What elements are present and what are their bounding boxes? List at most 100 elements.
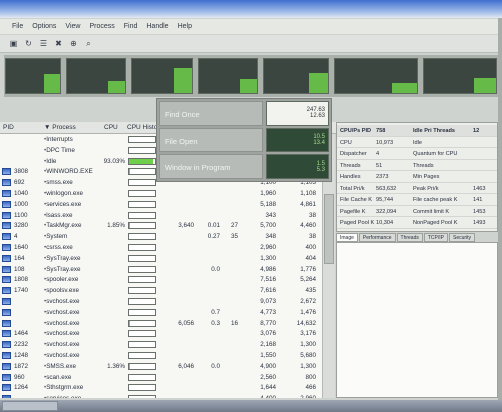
app-icon — [2, 341, 11, 349]
process-name: csrss.exe — [44, 244, 100, 251]
pid-cell: 1000 — [14, 200, 29, 208]
info-cell: Handles — [340, 174, 361, 180]
value-cell: 16 — [230, 319, 238, 327]
table-row[interactable]: 1100 lsass.exe 343 38 — [0, 210, 322, 221]
target-icon[interactable]: ⊕ — [68, 38, 79, 49]
table-row[interactable]: services.exe 4,4002,960 — [0, 393, 322, 398]
info-cell: Idle — [413, 139, 423, 146]
info-cell: 1493 — [473, 220, 486, 226]
table-row[interactable]: svchost.exe 9,073 2,672 — [0, 296, 322, 307]
app-icon — [2, 297, 11, 305]
tab-tcp-ip[interactable]: TCP/IP — [423, 233, 448, 242]
tab-security[interactable]: Security — [449, 233, 476, 242]
table-row[interactable]: 960 scan.exe 2,560 800 — [0, 372, 322, 383]
value-cell: 1,960 — [260, 189, 276, 197]
column-header-pid[interactable]: PID — [3, 124, 14, 131]
pid-cell: 960 — [14, 373, 25, 381]
start-button[interactable] — [2, 401, 58, 411]
tab-threads[interactable]: Threads — [396, 233, 423, 242]
table-row[interactable]: svchost.exe 6,056 0.3 16 8,770 14,632 — [0, 318, 322, 329]
table-row[interactable]: 3280 TaskMgr.exe 1.85% 3,640 0.01 27 5,700 4,46… — [0, 220, 322, 231]
window-border — [498, 18, 502, 400]
scrollbar-thumb[interactable] — [324, 194, 334, 264]
table-row[interactable]: 1040 winlogon.exe 1,960 1,108 — [0, 188, 322, 199]
value-cell: 9,073 — [260, 297, 276, 305]
value-cell: 1,776 — [300, 265, 316, 273]
popup-value: 5.3 — [316, 166, 325, 173]
value-cell: 1,550 — [260, 351, 276, 359]
table-row[interactable]: 1640 csrss.exe 2,960 400 — [0, 242, 322, 253]
save-icon[interactable]: ▣ — [8, 38, 19, 49]
menu-item-find[interactable]: Find — [124, 23, 138, 30]
pid-cell: 108 — [14, 265, 25, 273]
popup-value: 13.4 — [313, 140, 325, 146]
table-row[interactable]: 1000 services.exe 5,188 4,861 — [0, 199, 322, 210]
pid-cell: 1640 — [14, 243, 29, 251]
cpu-history-bar — [128, 276, 156, 284]
value-cell: 7,616 — [260, 287, 276, 295]
value-cell: 348 — [265, 233, 276, 241]
popup-item[interactable]: Window in Program 1.5 5.3 — [159, 154, 329, 180]
pid-cell: 1100 — [14, 211, 28, 219]
properties-icon[interactable]: ☰ — [38, 38, 49, 49]
cpu-history-bar — [128, 351, 156, 359]
menu-item-options[interactable]: Options — [32, 23, 56, 30]
cpu-history-bar — [128, 211, 156, 219]
value-cell: 1,644 — [260, 384, 276, 392]
popup-item[interactable]: File Open 10.5 13.4 — [159, 127, 329, 153]
menu-item-help[interactable]: Help — [178, 23, 192, 30]
table-row[interactable]: 1872 SMSS.exe 1.36% 6,046 0.0 4,900 1,300 — [0, 361, 322, 372]
menu-item-file[interactable]: File — [12, 23, 23, 30]
value-cell: 1,300 — [300, 362, 316, 370]
app-icon — [2, 308, 11, 316]
app-icon — [2, 211, 11, 219]
menu-item-view[interactable]: View — [65, 23, 80, 30]
refresh-icon[interactable]: ↻ — [23, 38, 34, 49]
table-row[interactable]: svchost.exe 0.7 4,773 1,476 — [0, 307, 322, 318]
column-header-cpu[interactable]: CPU — [104, 124, 118, 131]
popup-item[interactable]: Find Once 247.63 12.63 — [159, 101, 329, 126]
table-row[interactable]: 1264 Sthstgrm.exe 1,644 466 — [0, 382, 322, 393]
find-icon[interactable]: ⌕ — [83, 38, 94, 49]
pid-cell: 692 — [14, 179, 25, 187]
process-name: services.exe — [44, 395, 100, 398]
tab-image[interactable]: Image — [336, 233, 358, 242]
value-cell: 5,188 — [260, 200, 276, 208]
title-bar[interactable] — [0, 0, 502, 18]
menu-item-process[interactable]: Process — [89, 23, 114, 30]
table-row[interactable]: 1808 spooler.exe 7,516 5,264 — [0, 274, 322, 285]
tab-performance[interactable]: Performance — [358, 233, 396, 242]
value-cell: 0.0 — [211, 362, 220, 370]
cpu-history-fill — [129, 169, 130, 175]
info-row: File Cache K 95,744 File cache peak K 141 — [337, 194, 497, 206]
popup-value: 12.63 — [309, 113, 325, 120]
value-cell: 466 — [305, 384, 316, 392]
info-cell: 322,094 — [376, 208, 397, 215]
table-row[interactable]: 164 SysTray.exe 1,300 404 — [0, 253, 322, 264]
app-icon — [2, 222, 11, 230]
process-name: svchost.exe — [44, 298, 100, 305]
menu-item-handle[interactable]: Handle — [146, 23, 168, 30]
cpu-history-bar — [128, 384, 156, 392]
table-row[interactable]: 108 SysTray.exe 0.0 4,986 1,776 — [0, 264, 322, 275]
cpu-history-bar — [128, 297, 156, 305]
pid-cell: 4 — [14, 233, 18, 241]
value-cell: 2,960 — [260, 243, 276, 251]
info-cell: Pagefile K — [340, 208, 366, 215]
column-header-process[interactable]: ▼ Process — [44, 124, 76, 131]
table-row[interactable]: 4 System 0.27 35 348 38 — [0, 231, 322, 242]
table-row[interactable]: 2232 svchost.exe 2,168 1,300 — [0, 339, 322, 350]
kill-icon[interactable]: ✖ — [53, 38, 64, 49]
cpu-history-fill — [129, 320, 130, 326]
value-cell: 435 — [305, 287, 316, 295]
table-row[interactable]: 1248 svchost.exe 1,550 5,680 — [0, 350, 322, 361]
info-cell: 758 — [376, 128, 386, 134]
app-icon — [2, 265, 11, 273]
table-row[interactable]: 1740 spoolsv.exe 7,616 435 — [0, 285, 322, 296]
table-row[interactable]: 1464 svchost.exe 3,076 3,176 — [0, 328, 322, 339]
popup-item-label: Window in Program — [159, 154, 263, 180]
graph-tile — [198, 58, 258, 94]
info-cell: Paged Pool K — [340, 220, 375, 226]
info-cell: NonPaged Pool K — [413, 220, 458, 226]
value-cell: 4,986 — [260, 265, 276, 273]
